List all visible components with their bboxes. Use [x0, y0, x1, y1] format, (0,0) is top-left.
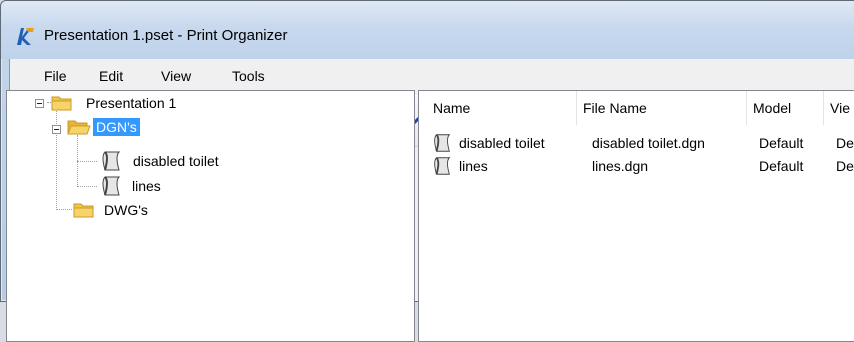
tree-node-label: DGN's — [93, 118, 140, 136]
cell-name: disabled toilet — [459, 135, 545, 151]
cell-file-name: lines.dgn — [592, 158, 649, 174]
menu-view[interactable]: View — [161, 68, 191, 84]
tree-node-label: DWG's — [104, 202, 148, 218]
tree-node-label: lines — [132, 178, 161, 194]
collapse-toggle-dgn[interactable] — [52, 125, 61, 134]
open-folder-icon — [67, 120, 91, 135]
menu-tools[interactable]: Tools — [232, 68, 265, 84]
tree-line — [56, 108, 58, 208]
file-list-view[interactable]: Name File Name Model Vie disabled toilet… — [418, 90, 854, 342]
dgn-file-icon — [434, 157, 451, 175]
collapse-toggle-presentation[interactable] — [35, 99, 44, 108]
menu-bar: File Edit View Tools — [10, 59, 854, 93]
folder-icon — [73, 203, 94, 218]
tree-view[interactable]: Presentation 1 DGN's disabled toilet lin… — [6, 90, 415, 342]
tree-node-lines[interactable]: lines — [99, 175, 164, 197]
tree-node-label: Presentation 1 — [86, 95, 177, 111]
column-header-model[interactable]: Model — [747, 91, 824, 125]
folder-icon — [51, 96, 72, 111]
tree-node-dwg-folder[interactable]: DWG's — [73, 201, 151, 219]
menu-edit[interactable]: Edit — [99, 68, 123, 84]
tree-node-label: disabled toilet — [133, 153, 219, 169]
tree-line — [56, 209, 72, 211]
print-organizer-app-icon[interactable] — [14, 25, 36, 47]
cell-view: De — [836, 158, 854, 174]
cell-name: lines — [459, 158, 488, 174]
dgn-file-icon — [102, 176, 121, 196]
dgn-file-icon — [434, 134, 451, 152]
column-header-name[interactable]: Name — [419, 91, 577, 125]
cell-file-name: disabled toilet.dgn — [592, 135, 705, 151]
cell-view: De — [836, 135, 854, 151]
tree-node-disabled-toilet[interactable]: disabled toilet — [99, 150, 222, 172]
cell-model: Default — [759, 158, 804, 174]
cell-model: Default — [759, 135, 804, 151]
tree-line — [77, 161, 97, 163]
window-title: Presentation 1.pset - Print Organizer — [44, 27, 288, 44]
tree-node-presentation[interactable]: Presentation 1 — [51, 94, 179, 112]
tree-node-dgn-folder[interactable]: DGN's — [67, 118, 140, 136]
column-header-view[interactable]: Vie — [824, 91, 854, 125]
tree-line — [77, 186, 97, 188]
column-header-file-name[interactable]: File Name — [577, 91, 747, 125]
dgn-file-icon — [102, 151, 121, 171]
title-bar[interactable]: Presentation 1.pset - Print Organizer — [1, 1, 854, 59]
menu-file[interactable]: File — [44, 68, 67, 84]
